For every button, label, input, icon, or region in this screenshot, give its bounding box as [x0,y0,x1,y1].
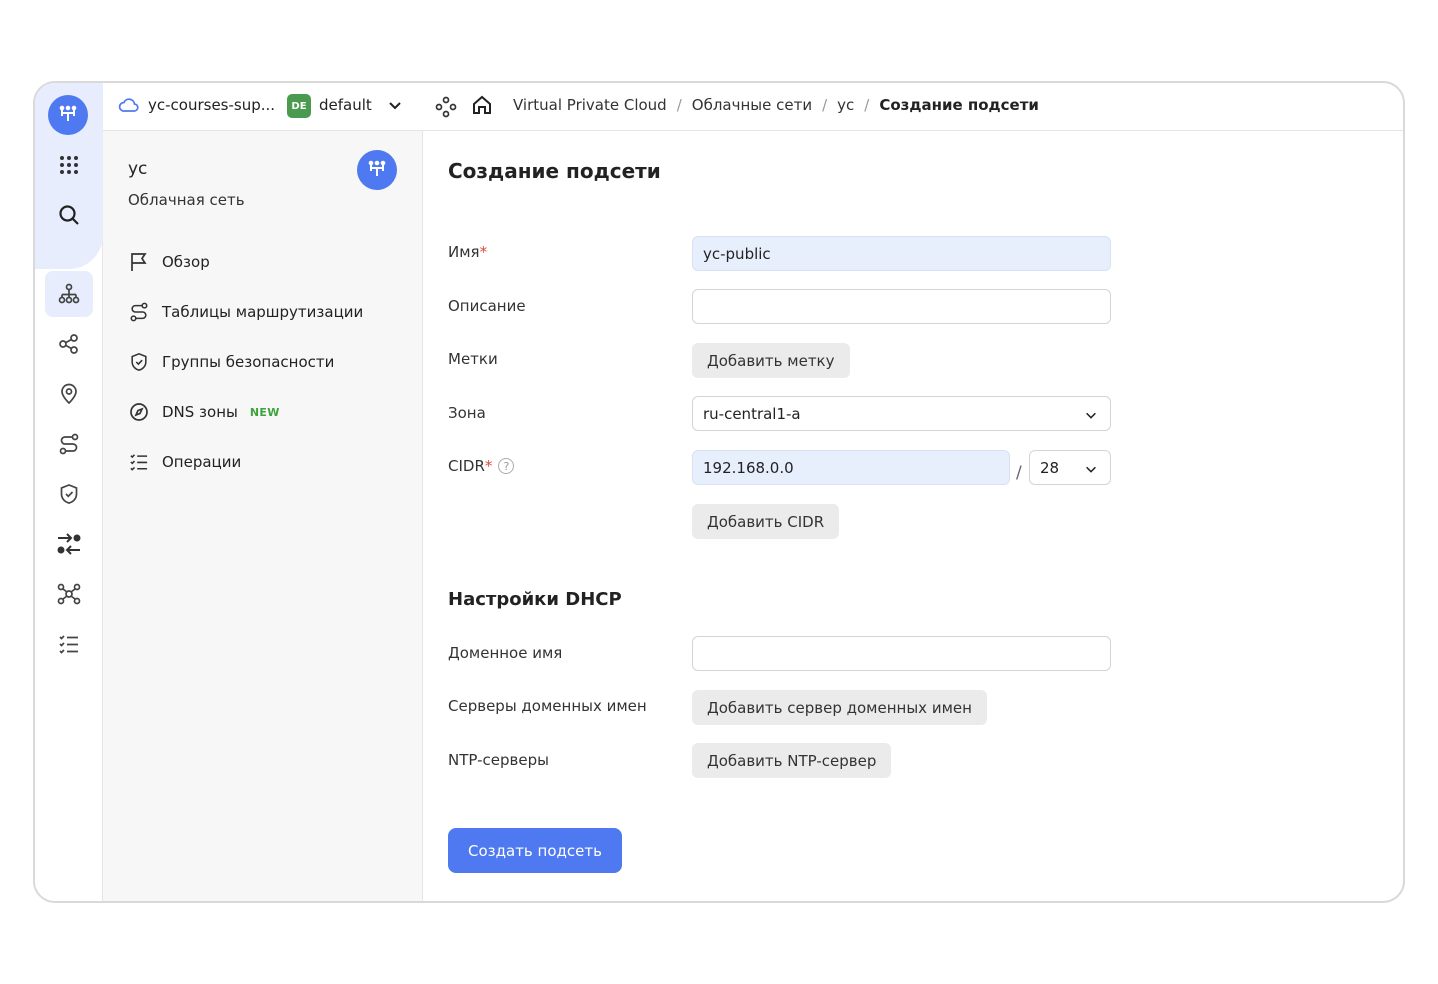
sidebar-item-security-groups[interactable]: Группы безопасности [128,351,334,373]
breadcrumb-separator: / [822,96,828,114]
folder-name[interactable]: default [319,96,372,114]
sidebar-item-label: Операции [162,453,242,471]
route-icon [128,301,150,323]
sidebar-item-label: DNS зоны [162,403,238,421]
shield-icon [128,351,150,373]
network-subtitle: Облачная сеть [128,191,245,209]
sidebar-item-label: Таблицы маршрутизации [162,303,364,321]
icon-rail [35,83,103,901]
location-icon[interactable] [45,371,93,417]
chevron-down-icon [1084,462,1098,480]
cidr-label-text: CIDR [448,457,485,475]
zone-value: ru-central1-a [703,404,801,423]
side-navigation: yc Облачная сеть Обзор Таблицы маршрутиз… [103,131,423,901]
breadcrumb: Virtual Private Cloud / Облачные сети / yc / С… [513,96,1039,114]
grid-icon[interactable] [45,142,93,188]
add-label-button[interactable]: Добавить метку [692,343,850,378]
cloud-icon [117,96,139,118]
add-ntp-server-button[interactable]: Добавить NTP-сервер [692,743,892,778]
breadcrumb-network[interactable]: yc [837,96,854,114]
breadcrumb-separator: / [676,96,682,114]
zone-label: Зона [448,404,486,422]
flag-icon [128,251,150,273]
domain-name-label: Доменное имя [448,644,563,662]
home-icon[interactable] [471,94,493,120]
sidebar-item-dns-zones[interactable]: DNS зоны NEW [128,401,280,423]
add-dns-server-button[interactable]: Добавить сервер доменных имен [692,690,987,725]
zone-select[interactable]: ru-central1-a [692,396,1111,431]
main-content: Создание подсети Имя * yc-public Описание… [423,131,1403,901]
sidebar-item-label: Обзор [162,253,210,271]
add-cidr-button[interactable]: Добавить CIDR [692,504,840,539]
required-mark: * [484,457,493,475]
name-input[interactable]: yc-public [692,236,1111,271]
labels-label: Метки [448,350,498,368]
operations-icon[interactable] [45,621,93,667]
page-title: Создание подсети [448,159,661,183]
compass-icon [128,401,150,423]
vpc-logo-icon[interactable] [48,95,88,135]
new-badge: NEW [249,405,280,419]
breadcrumb-current: Создание подсети [879,96,1039,114]
name-label-text: Имя [448,243,480,261]
app-window: yc-courses-sup... DE default Virtual Pri… [33,81,1405,903]
network-title: yc [128,159,148,179]
folder-badge: DE [287,94,311,118]
description-input[interactable] [692,289,1111,324]
sidebar-item-route-tables[interactable]: Таблицы маршрутизации [128,301,363,323]
cidr-label: CIDR *? [448,457,515,475]
sidebar-item-operations[interactable]: Операции [128,451,241,473]
vpc-service-icon [357,150,397,190]
required-mark: * [479,243,488,261]
transfer-icon[interactable] [45,521,93,567]
sidebar-item-overview[interactable]: Обзор [128,251,210,273]
domain-name-input[interactable] [692,636,1111,671]
shield-icon[interactable] [45,471,93,517]
cidr-input[interactable]: 192.168.0.0 [692,450,1010,485]
ntp-servers-label: NTP-серверы [448,751,549,769]
cidr-mask-select[interactable]: 28 [1029,450,1111,485]
chevron-down-icon[interactable] [387,97,403,117]
dns-servers-label: Серверы доменных имен [448,697,647,715]
cidr-mask-value: 28 [1040,458,1060,477]
name-label: Имя * [448,243,487,261]
description-label: Описание [448,297,526,315]
share-icon[interactable] [45,321,93,367]
breadcrumb-vpc[interactable]: Virtual Private Cloud [513,96,667,114]
services-icon[interactable] [435,96,457,122]
breadcrumb-networks[interactable]: Облачные сети [692,96,812,114]
help-icon[interactable]: ? [498,458,515,474]
search-icon[interactable] [45,192,93,238]
route-icon[interactable] [45,421,93,467]
cloud-name[interactable]: yc-courses-sup... [148,96,275,114]
hub-icon[interactable] [45,571,93,617]
create-subnet-button[interactable]: Создать подсеть [448,828,622,873]
breadcrumb-separator: / [864,96,870,114]
cidr-slash: / [1016,463,1022,483]
top-bar: yc-courses-sup... DE default Virtual Pri… [103,83,1403,131]
dhcp-section-title: Настройки DHCP [448,589,622,610]
operations-icon [128,451,150,473]
network-icon[interactable] [45,271,93,317]
chevron-down-icon [1084,408,1098,426]
sidebar-item-label: Группы безопасности [162,353,335,371]
